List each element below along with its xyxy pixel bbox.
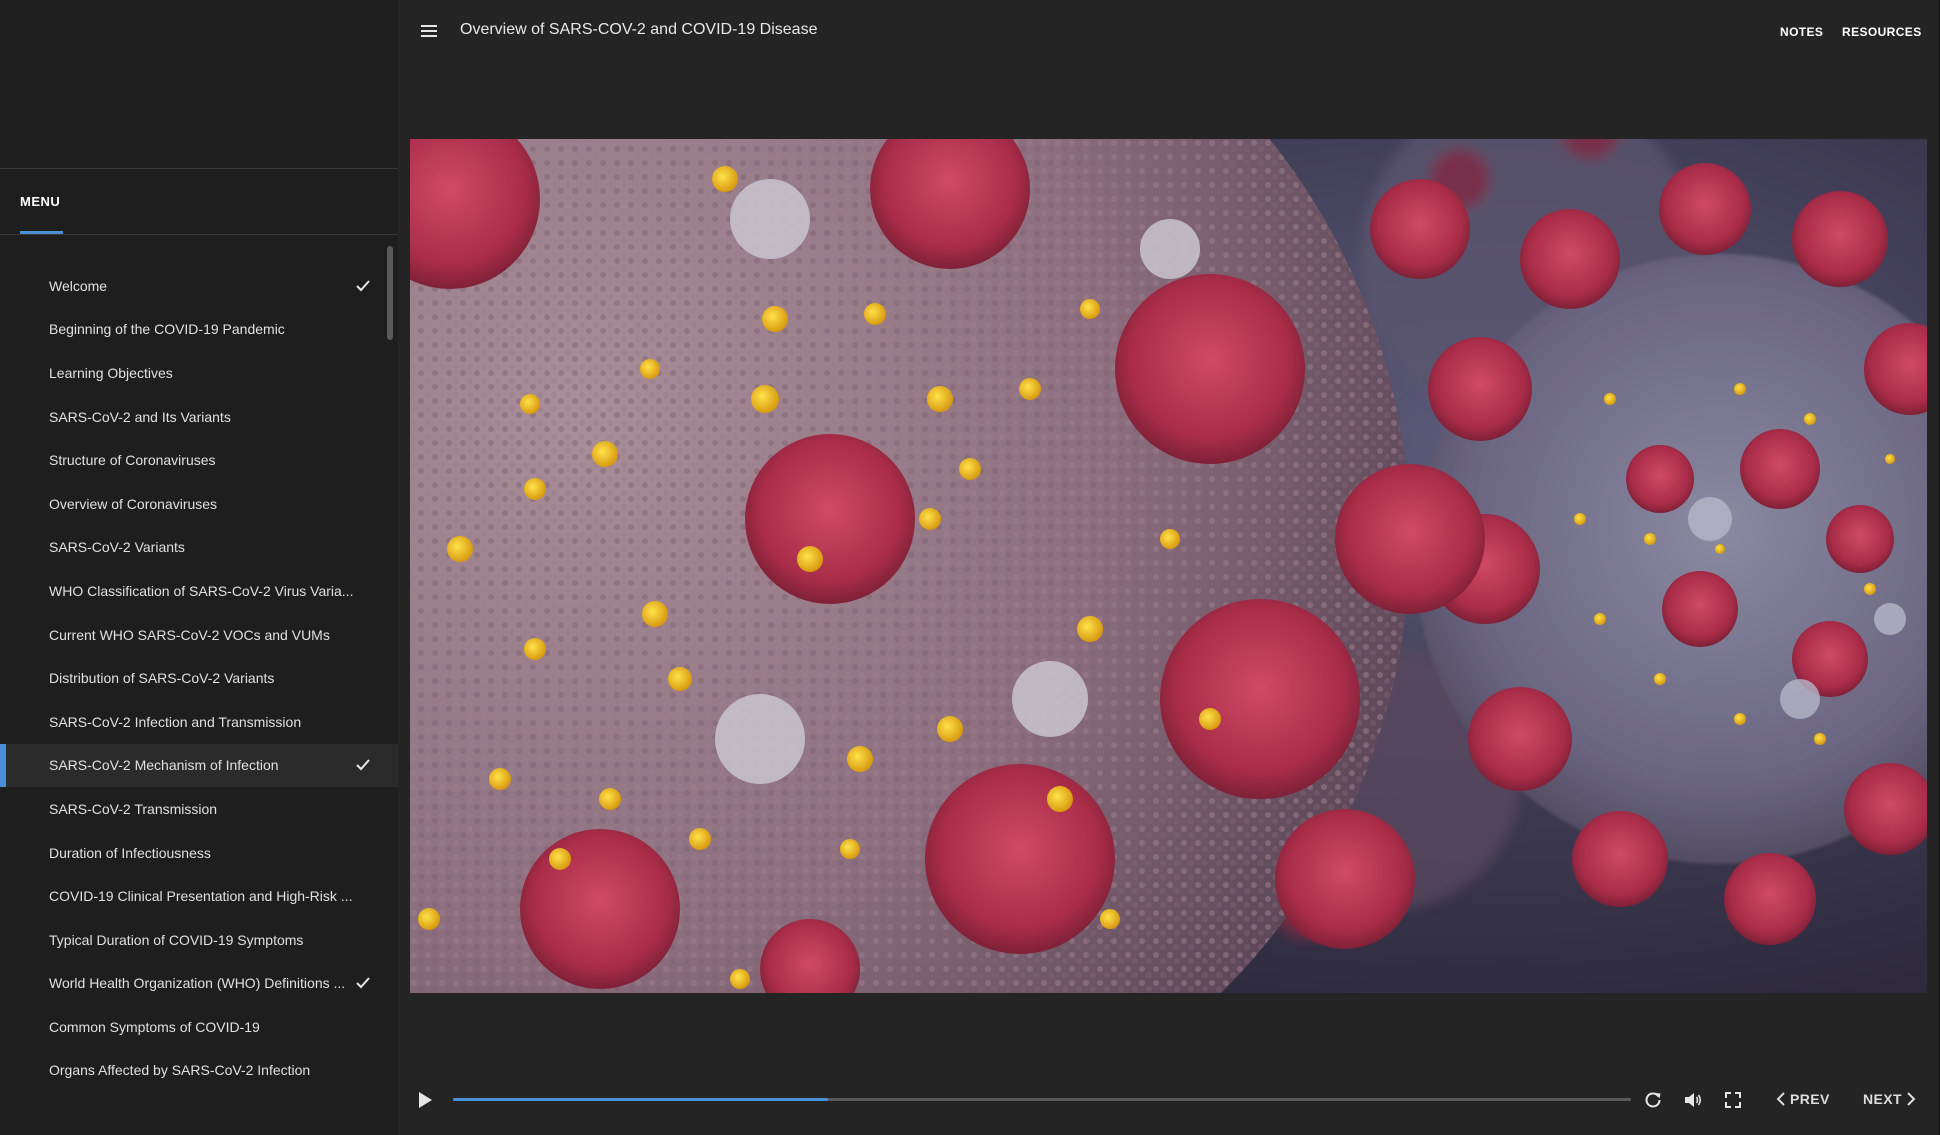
menu-icon[interactable] <box>420 22 440 40</box>
menu-item[interactable]: SARS-CoV-2 Transmission <box>0 787 398 831</box>
prev-button[interactable]: PREV <box>1776 1091 1830 1107</box>
menu-item-label: SARS-CoV-2 Infection and Transmission <box>49 713 302 730</box>
menu-item[interactable]: Welcome <box>0 264 398 308</box>
menu-item-label: Typical Duration of COVID-19 Symptoms <box>49 931 304 948</box>
menu-item[interactable]: Structure of Coronaviruses <box>0 438 398 482</box>
menu-item-label: WHO Classification of SARS-CoV-2 Virus V… <box>49 582 354 599</box>
menu-item-label: Beginning of the COVID-19 Pandemic <box>49 321 285 338</box>
course-player-app: MENU Welcome Beginning of the COVID-19 Pa… <box>0 0 1940 1135</box>
prev-label: PREV <box>1790 1091 1830 1107</box>
resources-link[interactable]: RESOURCES <box>1842 25 1922 39</box>
check-icon <box>356 977 370 989</box>
menu-item[interactable]: SARS-CoV-2 Mechanism of Infection <box>0 743 398 788</box>
top-bar: Overview of SARS-COV-2 and COVID-19 Dise… <box>398 0 1940 64</box>
menu-item[interactable]: SARS-CoV-2 Variants <box>0 526 398 570</box>
progress-bar[interactable] <box>453 1098 1631 1101</box>
menu-item-label: Current WHO SARS-CoV-2 VOCs and VUMs <box>49 626 330 643</box>
menu-item[interactable]: Organs Affected by SARS-CoV-2 Infection <box>0 1049 398 1093</box>
menu-list: Welcome Beginning of the COVID-19 Pandemi… <box>0 264 398 1135</box>
menu-item-label: Structure of Coronaviruses <box>49 452 216 469</box>
menu-item[interactable]: Distribution of SARS-CoV-2 Variants <box>0 656 398 700</box>
progress-fill <box>453 1098 828 1101</box>
slide-media[interactable] <box>410 139 1927 993</box>
menu-item-label: COVID-19 Clinical Presentation and High-… <box>49 888 353 905</box>
menu-item-label: Duration of Infectiousness <box>49 844 211 861</box>
tab-menu[interactable]: MENU <box>20 169 64 235</box>
sidebar: MENU Welcome Beginning of the COVID-19 Pa… <box>0 0 398 1135</box>
menu-item[interactable]: SARS-CoV-2 and Its Variants <box>0 395 398 439</box>
menu-item-label: SARS-CoV-2 and Its Variants <box>49 408 231 425</box>
menu-item-label: Common Symptoms of COVID-19 <box>49 1018 260 1035</box>
next-label: NEXT <box>1863 1091 1902 1107</box>
sidebar-scrollbar[interactable] <box>387 246 393 340</box>
menu-item[interactable]: SARS-CoV-2 Infection and Transmission <box>0 700 398 744</box>
menu-item[interactable]: Overview of Coronaviruses <box>0 482 398 526</box>
virus-left <box>410 139 1485 993</box>
menu-item-label: SARS-CoV-2 Variants <box>49 539 185 556</box>
check-icon <box>356 280 370 292</box>
chevron-left-icon <box>1776 1092 1785 1106</box>
main-content: Overview of SARS-COV-2 and COVID-19 Dise… <box>398 0 1940 1135</box>
menu-item[interactable]: Beginning of the COVID-19 Pandemic <box>0 308 398 352</box>
chevron-right-icon <box>1907 1092 1916 1106</box>
menu-item-label: Distribution of SARS-CoV-2 Variants <box>49 670 275 687</box>
menu-item[interactable]: Typical Duration of COVID-19 Symptoms <box>0 918 398 962</box>
fullscreen-icon[interactable] <box>1723 1090 1743 1110</box>
course-title: Overview of SARS-COV-2 and COVID-19 Dise… <box>460 21 818 38</box>
sidebar-header-area <box>0 0 398 169</box>
menu-item-label: Organs Affected by SARS-CoV-2 Infection <box>49 1062 311 1079</box>
replay-icon[interactable] <box>1643 1090 1663 1110</box>
player-controls: PREV NEXT <box>398 1080 1940 1120</box>
coronavirus-illustration <box>410 139 1927 993</box>
menu-item-label: World Health Organization (WHO) Definiti… <box>49 975 346 992</box>
divider <box>0 234 398 235</box>
menu-item[interactable]: COVID-19 Clinical Presentation and High-… <box>0 874 398 918</box>
menu-item-label: Overview of Coronaviruses <box>49 495 218 512</box>
menu-item-label: SARS-CoV-2 Mechanism of Infection <box>49 757 279 774</box>
volume-icon[interactable] <box>1683 1090 1703 1110</box>
notes-link[interactable]: NOTES <box>1780 25 1823 39</box>
menu-item-label: SARS-CoV-2 Transmission <box>49 800 218 817</box>
play-icon[interactable] <box>416 1090 434 1110</box>
menu-item[interactable]: World Health Organization (WHO) Definiti… <box>0 962 398 1006</box>
menu-item[interactable]: Current WHO SARS-CoV-2 VOCs and VUMs <box>0 613 398 657</box>
next-button[interactable]: NEXT <box>1863 1091 1916 1107</box>
menu-item[interactable]: Duration of Infectiousness <box>0 831 398 875</box>
menu-item-label: Welcome <box>49 277 108 294</box>
menu-item-label: Learning Objectives <box>49 364 173 381</box>
check-icon <box>356 759 370 771</box>
menu-item[interactable]: Learning Objectives <box>0 351 398 395</box>
menu-item[interactable]: WHO Classification of SARS-CoV-2 Virus V… <box>0 569 398 613</box>
menu-item[interactable]: Common Symptoms of COVID-19 <box>0 1005 398 1049</box>
